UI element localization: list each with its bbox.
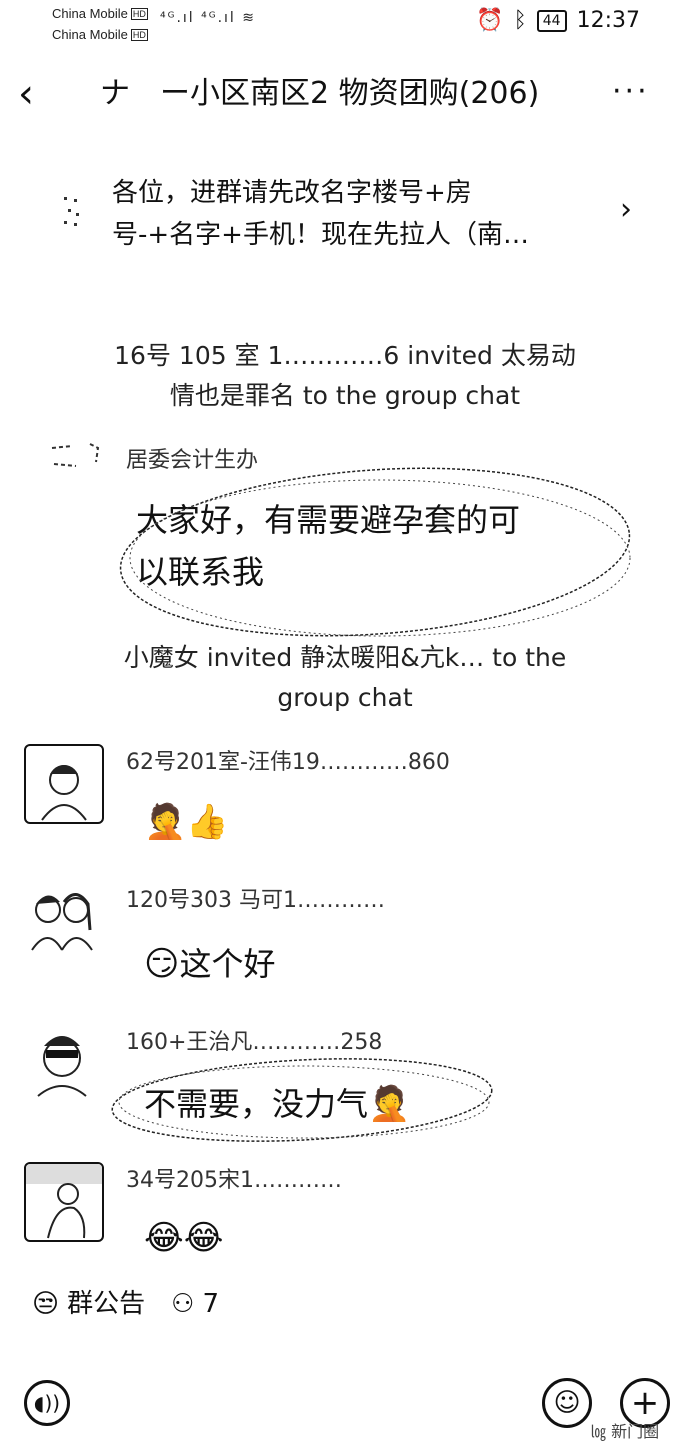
smile-icon: ☺ <box>553 1388 581 1418</box>
carrier-1: China Mobile HD <box>52 6 148 21</box>
emoji-button[interactable]: ☺ <box>542 1378 592 1428</box>
sender-name: 62号201室-汪伟19…………860 <box>126 750 450 775</box>
voice-icon: ◖)) <box>33 1391 61 1415</box>
sender-name: 160+王治凡…………258 <box>126 1030 383 1055</box>
avatar[interactable] <box>24 880 100 956</box>
member-icon: ⚇ <box>171 1289 195 1319</box>
avatar-image <box>37 1036 87 1097</box>
message-bubble[interactable]: 😏这个好 <box>144 938 275 990</box>
avatar[interactable] <box>50 440 102 470</box>
facepalm-emoji-icon: 🤦 <box>368 1084 411 1124</box>
smirk-emoji-icon: 😏 <box>144 944 180 984</box>
sender-name: 34号205宋1………… <box>126 1168 342 1193</box>
watermark: ㏒ 新门圈 <box>590 1422 660 1441</box>
group-notice[interactable]: 各位，进群请先改名字楼号+房 号-+名字+手机！现在先拉人（南… <box>112 172 529 256</box>
message-bubble[interactable]: 大家好，有需要避孕套的可 以联系我 <box>136 494 520 598</box>
chevron-right-icon[interactable]: › <box>620 190 632 230</box>
battery-icon: 44 <box>536 9 567 32</box>
announcement-icon: 😒 <box>32 1289 60 1319</box>
sender-name: 120号303 马可1………… <box>126 888 385 913</box>
system-message: 16号 105 室 1…………6 invited 太易动 情也是罪名 to th… <box>114 341 576 410</box>
notice-line-1: 各位，进群请先改名字楼号+房 <box>112 178 472 208</box>
avatar-image <box>41 765 87 821</box>
group-announcement-bar[interactable]: 😒 群公告 ⚇ 7 <box>32 1284 219 1324</box>
avatar[interactable] <box>24 1022 100 1098</box>
avatar[interactable] <box>24 1162 104 1242</box>
more-button[interactable]: ··· <box>612 70 650 114</box>
status-right: ⏰ ᛒ 44 12:37 <box>476 8 640 33</box>
notice-icon <box>64 197 79 226</box>
system-message: 小魔女 invited 静汰暖阳&亢k… to the group chat <box>123 643 567 712</box>
clock: 12:37 <box>576 8 640 33</box>
bluetooth-icon: ᛒ <box>513 8 527 33</box>
voice-input-button[interactable]: ◖)) <box>24 1380 70 1426</box>
signal-icons: ⁴ᴳ.ıl ⁴ᴳ.ıl ≋ <box>160 10 256 26</box>
avatar[interactable] <box>24 744 104 824</box>
avatar-image <box>31 893 93 951</box>
back-button[interactable]: ‹ <box>18 72 34 116</box>
notice-line-2: 号-+名字+手机！现在先拉人（南… <box>112 220 529 250</box>
alarm-icon: ⏰ <box>476 8 504 33</box>
avatar-image <box>26 1164 102 1239</box>
chat-title: ナ ー小区南区2 物资团购(206) <box>100 76 540 111</box>
announcement-label: 群公告 <box>67 1289 146 1319</box>
message-bubble[interactable]: 😂😂 <box>144 1216 223 1260</box>
plus-icon: + <box>630 1383 660 1423</box>
member-count: 7 <box>202 1289 219 1319</box>
message-bubble[interactable]: 🤦👍 <box>144 800 229 844</box>
sender-name: 居委会计生办 <box>126 448 259 473</box>
message-bubble[interactable]: 不需要，没力气🤦 <box>144 1078 410 1130</box>
carrier-2: China Mobile HD <box>52 27 148 42</box>
